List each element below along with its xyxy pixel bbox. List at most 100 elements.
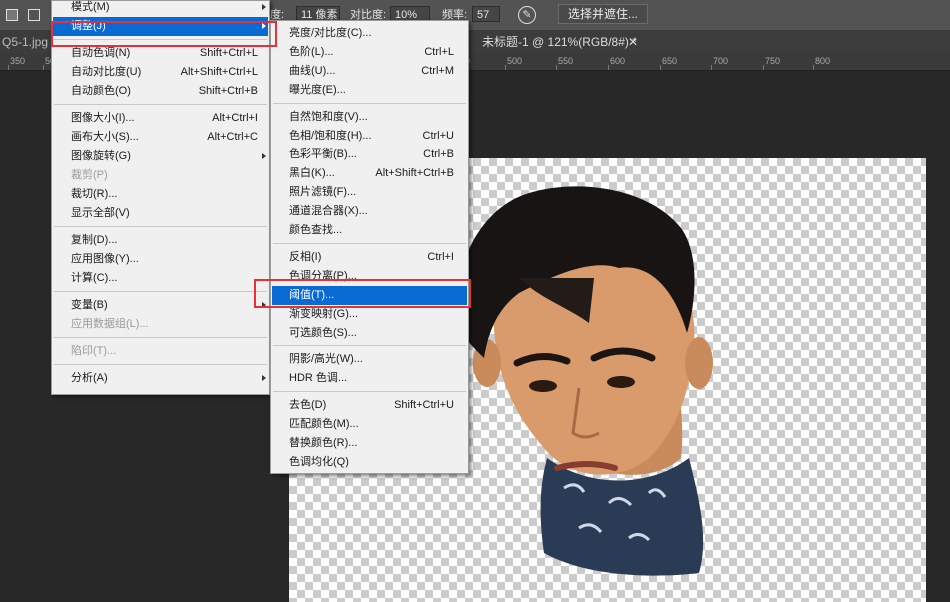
adjust-menu-item[interactable]: 渐变映射(G)... [272,305,467,324]
menu-item-label: 分析(A) [71,372,108,384]
ruler-tick [556,65,557,70]
menu-item-label: 裁剪(P) [71,169,108,181]
adjust-menu-item[interactable]: 匹配颜色(M)... [272,415,467,434]
menu-item-shortcut: Shift+Ctrl+B [198,85,258,97]
image-menu-item[interactable]: 自动颜色(O) Shift+Ctrl+B [53,82,268,101]
ruler-tick [43,65,44,70]
menu-item-label: 自动色调(N) [71,47,131,59]
adjust-menu-item[interactable]: 色彩平衡(B)... Ctrl+B [272,145,467,164]
adjust-menu-item[interactable]: 色调分离(P)... [272,267,467,286]
layer-icon-1[interactable] [6,9,18,21]
image-menu-item[interactable]: 显示全部(V) [53,204,268,223]
menu-item-label: 裁切(R)... [71,188,118,200]
ruler-tick [813,65,814,70]
adjust-menu-item[interactable]: 阈值(T)... [272,285,467,305]
submenu-arrow-icon [262,23,266,29]
ruler-tick [608,65,609,70]
menu-item-label: 色调分离(P)... [289,269,357,282]
adjust-menu-item[interactable]: 可选颜色(S)... [272,324,467,343]
ruler-label: 550 [558,56,574,66]
menu-item-label: 阴影/高光(W)... [289,353,363,366]
menu-separator [54,104,267,105]
ruler-label: 500 [507,56,523,66]
menu-item-label: 色调均化(Q) [289,455,349,468]
ruler-label: 700 [713,56,729,66]
menu-item-label: 模式(M) [71,1,110,13]
menu-item-shortcut: Ctrl+B [423,148,454,161]
adjust-menu-item[interactable]: 色调均化(Q) [272,453,467,472]
image-menu-item[interactable]: 画布大小(S)... Alt+Ctrl+C [53,128,268,147]
image-menu-item[interactable]: 自动对比度(U) Alt+Shift+Ctrl+L [53,63,268,82]
ruler-label: 350 [10,56,26,66]
menu-item-shortcut: Ctrl+I [427,250,454,263]
ruler-label: 750 [765,56,781,66]
adjustments-submenu: 亮度/对比度(C)... 色阶(L)... Ctrl+L 曲线(U)... Ctrl+M… [270,20,469,474]
menu-separator [273,391,466,393]
tab-untitled-1[interactable]: 未标题-1 @ 121%(RGB/8#) * [482,31,637,54]
image-menu-item[interactable]: 调整(J) [53,17,268,36]
image-menu-item[interactable]: 分析(A) [53,369,268,388]
adjust-menu-item[interactable]: 曲线(U)... Ctrl+M [272,62,467,81]
ruler-tick [711,65,712,70]
tab-q5-1[interactable]: Q5-1.jpg [2,31,48,54]
menu-item-shortcut: Alt+Shift+Ctrl+L [180,66,258,78]
adjust-menu-item[interactable]: 颜色查找... [272,221,467,240]
image-menu-item[interactable]: 自动色调(N) Shift+Ctrl+L [53,44,268,63]
menu-separator [54,226,267,227]
adjust-menu-item[interactable]: 色阶(L)... Ctrl+L [272,43,467,62]
image-menu-item[interactable]: 图像旋转(G) [53,147,268,166]
menu-item-label: 颜色查找... [289,224,343,236]
image-menu-item: 裁剪(P) [53,166,268,185]
adjust-menu-item[interactable]: 色相/饱和度(H)... Ctrl+U [272,127,467,146]
menu-item-label: 亮度/对比度(C)... [289,27,372,39]
adjust-menu-item[interactable]: 自然饱和度(V)... [272,108,467,127]
image-menu-item[interactable]: 计算(C)... [53,269,268,288]
menu-item-label: 色阶(L)... [289,45,334,58]
image-menu-item[interactable]: 变量(B) [53,296,268,315]
menu-item-label: 调整(J) [71,20,106,32]
adjust-menu-item[interactable]: 通道混合器(X)... [272,202,467,221]
menu-item-label: 反相(I) [289,250,322,263]
image-menu-item[interactable]: 图像大小(I)... Alt+Ctrl+I [53,109,268,128]
submenu-arrow-icon [262,153,266,159]
image-menu-item[interactable]: 复制(D)... [53,231,268,250]
menu-item-label: 色彩平衡(B)... [289,148,357,161]
frequency-field[interactable]: 57 [472,6,500,22]
menu-item-label: 显示全部(V) [71,207,130,219]
menu-item-shortcut: Ctrl+U [422,129,454,142]
adjust-menu-item[interactable]: 照片滤镜(F)... [272,183,467,202]
menu-item-label: 黑白(K)... [289,167,335,180]
menu-item-label: 通道混合器(X)... [289,205,368,218]
submenu-arrow-icon [262,4,266,10]
submenu-arrow-icon [262,302,266,308]
menu-item-label: 应用图像(Y)... [71,253,139,265]
menu-item-label: 自然饱和度(V)... [289,110,368,123]
adjust-menu-item[interactable]: 黑白(K)... Alt+Shift+Ctrl+B [272,164,467,183]
menu-separator [54,364,267,365]
menu-item-label: 变量(B) [71,299,108,311]
menu-separator [54,337,267,338]
image-menu-item[interactable]: 应用图像(Y)... [53,250,268,269]
close-tab-icon[interactable]: ✕ [628,35,638,49]
ruler-tick [505,65,506,70]
image-menu-item[interactable]: 模式(M) [53,0,268,17]
adjust-menu-item[interactable]: 替换颜色(R)... [272,434,467,453]
menu-item-label: 可选颜色(S)... [289,326,357,339]
menu-separator [273,242,466,244]
layer-icon-2[interactable] [28,9,40,21]
ruler-tick [8,65,9,70]
select-and-mask-button[interactable]: 选择并遮住... [558,4,648,24]
adjust-menu-item[interactable]: 阴影/高光(W)... [272,350,467,369]
image-menu-item: 应用数据组(L)... [53,315,268,334]
adjust-menu-item[interactable]: 去色(D) Shift+Ctrl+U [272,396,467,415]
menu-item-shortcut: Shift+Ctrl+U [394,399,454,412]
adjust-menu-item[interactable]: 反相(I) Ctrl+I [272,248,467,267]
adjust-menu-item[interactable]: 曝光度(E)... [272,81,467,100]
pen-pressure-icon[interactable]: ✎ [518,6,536,24]
adjust-menu-item[interactable]: 亮度/对比度(C)... [272,24,467,43]
menu-item-label: 渐变映射(G)... [289,307,359,320]
image-menu-item[interactable]: 裁切(R)... [53,185,268,204]
menu-separator [54,39,267,40]
menu-item-shortcut: Alt+Ctrl+C [207,131,258,143]
adjust-menu-item[interactable]: HDR 色调... [272,369,467,388]
